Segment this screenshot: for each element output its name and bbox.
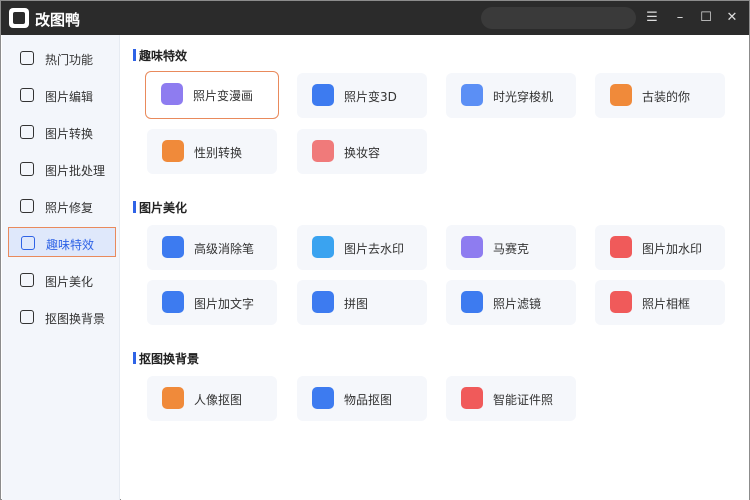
sidebar-item-label: 照片修复 [45,201,94,215]
sidebar-item-hot[interactable]: 热门功能 [8,43,116,73]
beautify-icon [20,273,34,287]
sidebar: 热门功能 图片编辑 图片转换 图片批处理 照片修复 趣味特效 图片美化 抠图换背… [2,35,120,500]
menu-icon[interactable]: ☰ [641,7,663,29]
app-logo-icon [9,8,29,28]
card-label: 高级消除笔 [194,242,255,256]
card-label: 时光穿梭机 [493,90,554,104]
sidebar-item-beautify[interactable]: 图片美化 [8,265,116,295]
sidebar-item-label: 趣味特效 [46,238,95,252]
sidebar-item-label: 图片编辑 [45,90,94,104]
card-label: 照片滤镜 [493,297,542,311]
add-text-icon [162,291,184,313]
time-machine-icon [461,84,483,106]
sidebar-item-convert[interactable]: 图片转换 [8,117,116,147]
image-edit-icon [20,88,34,102]
card-object-cutout[interactable]: 物品抠图 [297,376,427,421]
sidebar-item-repair[interactable]: 照片修复 [8,191,116,221]
card-label: 人像抠图 [194,393,243,407]
card-filter[interactable]: 照片滤镜 [446,280,576,325]
card-time-machine[interactable]: 时光穿梭机 [446,73,576,118]
flame-icon [20,51,34,65]
photo-repair-icon [20,199,34,213]
card-label: 性别转换 [194,146,243,160]
card-photo-frame[interactable]: 照片相框 [595,280,725,325]
sidebar-item-label: 热门功能 [45,53,94,67]
card-label: 智能证件照 [493,393,554,407]
object-cutout-icon [312,387,334,409]
main-panel: 趣味特效 照片变漫画 照片变3D 时光穿梭机 古装的你 性别转换 换妆容 图片美… [121,35,749,500]
card-label: 照片相框 [642,297,691,311]
card-label: 古装的你 [642,90,691,104]
batch-icon [20,162,34,176]
image-convert-icon [20,125,34,139]
title-bar: 改图鸭 ☰ – ☐ ✕ [1,1,749,35]
cartoon-icon [161,83,183,105]
card-photo-to-3d[interactable]: 照片变3D [297,73,427,118]
card-label: 照片变漫画 [193,89,254,103]
card-remove-watermark[interactable]: 图片去水印 [297,225,427,270]
magic-wand-icon [21,236,35,250]
app-title: 改图鸭 [35,11,81,29]
card-portrait-cutout[interactable]: 人像抠图 [147,376,277,421]
card-label: 图片加水印 [642,242,703,256]
card-label: 马赛克 [493,242,530,256]
eraser-pen-icon [162,236,184,258]
card-gender-swap[interactable]: 性别转换 [147,129,277,174]
section-title: 图片美化 [132,201,188,215]
mosaic-icon [461,236,483,258]
card-collage[interactable]: 拼图 [297,280,427,325]
ancient-costume-icon [610,84,632,106]
sidebar-item-cutout[interactable]: 抠图换背景 [8,302,116,332]
sidebar-item-fun-effects[interactable]: 趣味特效 [8,227,116,257]
id-photo-icon [461,387,483,409]
sidebar-item-label: 图片美化 [45,275,94,289]
card-ancient-costume[interactable]: 古装的你 [595,73,725,118]
cutout-icon [20,310,34,324]
add-watermark-icon [610,236,632,258]
cube-3d-icon [312,84,334,106]
card-id-photo[interactable]: 智能证件照 [446,376,576,421]
water-drop-icon [312,236,334,258]
portrait-cutout-icon [162,387,184,409]
sidebar-item-label: 图片批处理 [45,164,106,178]
sidebar-item-label: 图片转换 [45,127,94,141]
card-label: 图片加文字 [194,297,255,311]
gender-icon [162,140,184,162]
makeup-icon [312,140,334,162]
close-icon[interactable]: ✕ [721,7,743,29]
app-window: 改图鸭 ☰ – ☐ ✕ 热门功能 图片编辑 图片转换 图片批处理 照片修复 趣味… [0,0,750,500]
card-label: 物品抠图 [344,393,393,407]
title-bar-pill [481,7,636,29]
card-label: 图片去水印 [344,242,405,256]
section-title: 抠图换背景 [132,352,200,366]
card-makeup[interactable]: 换妆容 [297,129,427,174]
frame-icon [610,291,632,313]
card-eraser-pen[interactable]: 高级消除笔 [147,225,277,270]
maximize-icon[interactable]: ☐ [695,7,717,29]
sidebar-item-batch[interactable]: 图片批处理 [8,154,116,184]
sidebar-item-label: 抠图换背景 [45,312,106,326]
section-title: 趣味特效 [132,49,188,63]
card-add-watermark[interactable]: 图片加水印 [595,225,725,270]
card-add-text[interactable]: 图片加文字 [147,280,277,325]
card-mosaic[interactable]: 马赛克 [446,225,576,270]
card-label: 换妆容 [344,146,381,160]
card-photo-to-cartoon[interactable]: 照片变漫画 [145,71,279,119]
minimize-icon[interactable]: – [669,7,691,29]
card-label: 拼图 [344,297,369,311]
collage-icon [312,291,334,313]
card-label: 照片变3D [344,90,397,104]
sidebar-item-edit[interactable]: 图片编辑 [8,80,116,110]
filter-icon [461,291,483,313]
